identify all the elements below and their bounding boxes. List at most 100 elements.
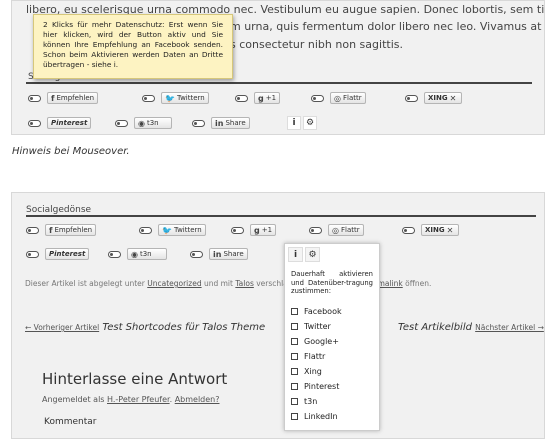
next-article-title[interactable]: Test Artikelbild [398,322,472,333]
google-plus-badge-2[interactable]: g +1 [250,224,277,236]
flattr-toggle-icon-2[interactable] [309,226,322,234]
user-link[interactable]: H.-Peter Pfeufer [107,395,170,404]
facebook-button[interactable]: f Empfehlen [28,92,99,104]
google-plus-badge[interactable]: g +1 [254,92,281,104]
pinterest-toggle-icon[interactable] [28,119,41,127]
logged-prefix: Angemeldet als [42,395,107,404]
t3n-toggle-icon-2[interactable] [108,250,121,258]
meta-middle: und mit [201,279,236,288]
option-flattr[interactable]: Flattr [291,349,342,364]
linkedin-button-2[interactable]: in Share [190,248,248,260]
linkedin-toggle-icon[interactable] [192,119,205,127]
pinterest-toggle-icon-2[interactable] [26,250,39,258]
option-label: Xing [304,367,322,376]
option-t3n[interactable]: t3n [291,394,342,409]
xing-badge[interactable]: XING ✕ [424,92,463,104]
pinterest-label: Pinterest [51,119,88,127]
option-label: Google+ [304,337,339,346]
tag-link[interactable]: Talos [235,279,254,288]
xing-button[interactable]: XING ✕ [405,92,463,104]
checkbox[interactable] [291,308,298,315]
facebook-icon-2: f [49,225,53,235]
twitter-label-2: Twittern [173,226,202,234]
category-link[interactable]: Uncategorized [147,279,201,288]
option-label: Twitter [304,322,331,331]
google-plus-toggle-icon[interactable] [235,94,248,102]
xing-badge-2[interactable]: XING ✕ [421,224,460,236]
twitter-badge[interactable]: 🐦 Twittern [161,92,209,104]
facebook-toggle-icon[interactable] [28,94,41,102]
twitter-button-2[interactable]: 🐦 Twittern [139,224,206,236]
prev-article-nav[interactable]: ← Vorheriger Artikel Test Shortcodes für… [25,322,265,333]
facebook-toggle-icon-2[interactable] [26,226,39,234]
facebook-badge-2[interactable]: f Empfehlen [45,224,97,236]
info-icon-2[interactable]: i [288,247,303,262]
flattr-toggle-icon[interactable] [311,94,324,102]
option-facebook[interactable]: Facebook [291,304,342,319]
linkedin-toggle-icon-2[interactable] [190,250,203,258]
xing-button-2[interactable]: XING ✕ [402,224,460,236]
t3n-button[interactable]: ◉ t3n [115,117,172,129]
settings-gear-icon[interactable]: ⚙ [303,116,317,130]
prev-article-title[interactable]: Test Shortcodes für Talos Theme [102,322,265,333]
twitter-icon-2: 🐦 [162,225,172,235]
twitter-toggle-icon-2[interactable] [139,226,152,234]
logout-link[interactable]: Abmelden? [175,395,220,404]
pinterest-badge-2[interactable]: Pinterest [45,248,90,260]
flattr-button[interactable]: ◎ Flattr [311,92,366,104]
next-article-nav[interactable]: Test Artikelbild Nächster Artikel → [398,322,544,333]
checkbox[interactable] [291,338,298,345]
t3n-badge-2[interactable]: ◉ t3n [127,248,167,260]
google-plus-button-2[interactable]: g +1 [231,224,277,236]
settings-intro: Dauerhaft aktivieren und Datenüber-tragu… [291,270,373,295]
pinterest-button-2[interactable]: Pinterest [26,248,90,260]
flattr-button-2[interactable]: ◎ Flattr [309,224,364,236]
t3n-badge[interactable]: ◉ t3n [134,117,172,129]
comment-label: Kommentar [44,417,97,427]
checkbox[interactable] [291,323,298,330]
option-linkedin[interactable]: LinkedIn [291,409,342,424]
linkedin-button[interactable]: in Share [192,117,250,129]
checkbox[interactable] [291,398,298,405]
linkedin-badge-2[interactable]: in Share [209,248,248,260]
facebook-label: Empfehlen [56,94,95,102]
checkbox[interactable] [291,353,298,360]
option-twitter[interactable]: Twitter [291,319,342,334]
pinterest-button[interactable]: Pinterest [28,117,92,129]
twitter-toggle-icon[interactable] [142,94,155,102]
prev-article-link[interactable]: ← Vorheriger Artikel [25,323,99,332]
twitter-button[interactable]: 🐦 Twittern [142,92,209,104]
checkbox[interactable] [291,413,298,420]
facebook-button-2[interactable]: f Empfehlen [26,224,97,236]
xing-label: XING [428,94,448,102]
linkedin-label: Share [225,119,246,127]
t3n-label: t3n [146,119,159,127]
google-plus-toggle-icon-2[interactable] [231,226,244,234]
google-plus-button[interactable]: g +1 [235,92,281,104]
checkbox[interactable] [291,383,298,390]
twitter-badge-2[interactable]: 🐦 Twittern [158,224,206,236]
settings-gear-icon-2[interactable]: ⚙ [305,247,320,262]
option-xing[interactable]: Xing [291,364,342,379]
info-icon[interactable]: i [287,116,301,130]
next-article-link[interactable]: Nächster Artikel → [475,323,544,332]
option-pinterest[interactable]: Pinterest [291,379,342,394]
flattr-badge-2[interactable]: ◎ Flattr [328,224,364,236]
option-google-plus[interactable]: Google+ [291,334,342,349]
flattr-label: Flattr [342,94,362,102]
xing-toggle-icon[interactable] [405,94,418,102]
caption-mouseover: Hinweis bei Mouseover. [12,146,130,157]
checkbox[interactable] [291,368,298,375]
xing-toggle-icon-2[interactable] [402,226,415,234]
twitter-icon: 🐦 [165,93,175,103]
logged-in-line: Angemeldet als H.-Peter Pfeufer. Abmelde… [42,395,220,404]
linkedin-badge[interactable]: in Share [211,117,250,129]
t3n-button-2[interactable]: ◉ t3n [108,248,167,260]
flattr-badge[interactable]: ◎ Flattr [330,92,366,104]
pinterest-badge[interactable]: Pinterest [47,117,92,129]
t3n-toggle-icon[interactable] [115,119,128,127]
facebook-label-2: Empfehlen [54,226,93,234]
facebook-badge[interactable]: f Empfehlen [47,92,99,104]
pinterest-label-2: Pinterest [49,250,86,258]
t3n-label-2: t3n [139,250,152,258]
